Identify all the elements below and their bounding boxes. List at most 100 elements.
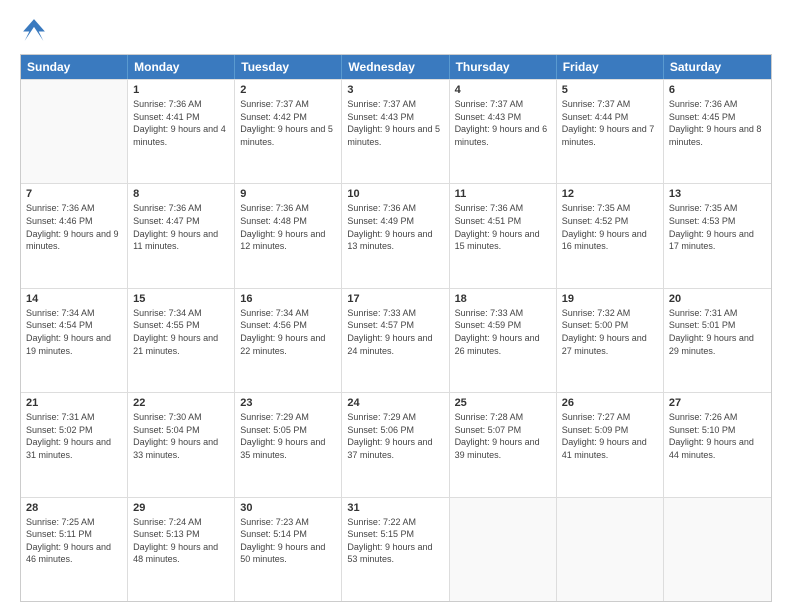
cell-info: Sunrise: 7:32 AMSunset: 5:00 PMDaylight:…	[562, 307, 658, 357]
day-number: 21	[26, 397, 122, 409]
day-number: 13	[669, 188, 766, 200]
day-number: 7	[26, 188, 122, 200]
day-number: 25	[455, 397, 551, 409]
weekday-header-wednesday: Wednesday	[342, 55, 449, 79]
cell-info: Sunrise: 7:36 AMSunset: 4:49 PMDaylight:…	[347, 202, 443, 252]
day-number: 28	[26, 502, 122, 514]
header	[20, 16, 772, 44]
calendar-cell: 11Sunrise: 7:36 AMSunset: 4:51 PMDayligh…	[450, 184, 557, 287]
calendar-cell: 2Sunrise: 7:37 AMSunset: 4:42 PMDaylight…	[235, 80, 342, 183]
cell-info: Sunrise: 7:37 AMSunset: 4:44 PMDaylight:…	[562, 98, 658, 148]
day-number: 1	[133, 84, 229, 96]
calendar-cell: 17Sunrise: 7:33 AMSunset: 4:57 PMDayligh…	[342, 289, 449, 392]
cell-info: Sunrise: 7:33 AMSunset: 4:59 PMDaylight:…	[455, 307, 551, 357]
day-number: 20	[669, 293, 766, 305]
cell-info: Sunrise: 7:24 AMSunset: 5:13 PMDaylight:…	[133, 516, 229, 566]
cell-info: Sunrise: 7:35 AMSunset: 4:52 PMDaylight:…	[562, 202, 658, 252]
day-number: 15	[133, 293, 229, 305]
calendar-cell: 4Sunrise: 7:37 AMSunset: 4:43 PMDaylight…	[450, 80, 557, 183]
day-number: 17	[347, 293, 443, 305]
calendar-row-2: 14 Sunrise: 7:34 AMSunset: 4:54 PMDayligh…	[21, 288, 771, 392]
calendar-cell: 27 Sunrise: 7:26 AMSunset: 5:10 PMDayligh…	[664, 393, 771, 496]
cell-info: Sunrise: 7:36 AMSunset: 4:45 PMDaylight:…	[669, 98, 766, 148]
cell-info: Sunrise: 7:37 AMSunset: 4:43 PMDaylight:…	[455, 98, 551, 148]
calendar-cell: 10Sunrise: 7:36 AMSunset: 4:49 PMDayligh…	[342, 184, 449, 287]
calendar-cell: 3 Sunrise: 7:37 AMSunset: 4:43 PMDaylight…	[342, 80, 449, 183]
cell-info: Sunrise: 7:36 AMSunset: 4:46 PMDaylight:…	[26, 202, 122, 252]
cell-info: Sunrise: 7:31 AMSunset: 5:01 PMDaylight:…	[669, 307, 766, 357]
calendar-row-1: 7 Sunrise: 7:36 AMSunset: 4:46 PMDaylight…	[21, 183, 771, 287]
cell-info: Sunrise: 7:35 AMSunset: 4:53 PMDaylight:…	[669, 202, 766, 252]
weekday-header-thursday: Thursday	[450, 55, 557, 79]
cell-info: Sunrise: 7:28 AMSunset: 5:07 PMDaylight:…	[455, 411, 551, 461]
day-number: 14	[26, 293, 122, 305]
cell-info: Sunrise: 7:27 AMSunset: 5:09 PMDaylight:…	[562, 411, 658, 461]
calendar-cell: 8 Sunrise: 7:36 AMSunset: 4:47 PMDaylight…	[128, 184, 235, 287]
day-number: 9	[240, 188, 336, 200]
calendar-cell: 14 Sunrise: 7:34 AMSunset: 4:54 PMDayligh…	[21, 289, 128, 392]
cell-info: Sunrise: 7:30 AMSunset: 5:04 PMDaylight:…	[133, 411, 229, 461]
day-number: 19	[562, 293, 658, 305]
calendar-cell: 12 Sunrise: 7:35 AMSunset: 4:52 PMDayligh…	[557, 184, 664, 287]
weekday-header-friday: Friday	[557, 55, 664, 79]
cell-info: Sunrise: 7:36 AMSunset: 4:41 PMDaylight:…	[133, 98, 229, 148]
cell-info: Sunrise: 7:23 AMSunset: 5:14 PMDaylight:…	[240, 516, 336, 566]
calendar-cell: 15 Sunrise: 7:34 AMSunset: 4:55 PMDayligh…	[128, 289, 235, 392]
logo-icon	[20, 16, 48, 44]
day-number: 12	[562, 188, 658, 200]
day-number: 18	[455, 293, 551, 305]
day-number: 31	[347, 502, 443, 514]
calendar-body: 1 Sunrise: 7:36 AMSunset: 4:41 PMDaylight…	[21, 79, 771, 601]
day-number: 5	[562, 84, 658, 96]
day-number: 24	[347, 397, 443, 409]
calendar-cell: 1 Sunrise: 7:36 AMSunset: 4:41 PMDaylight…	[128, 80, 235, 183]
calendar-cell: 13 Sunrise: 7:35 AMSunset: 4:53 PMDayligh…	[664, 184, 771, 287]
cell-info: Sunrise: 7:34 AMSunset: 4:54 PMDaylight:…	[26, 307, 122, 357]
calendar-cell: 26 Sunrise: 7:27 AMSunset: 5:09 PMDayligh…	[557, 393, 664, 496]
calendar: SundayMondayTuesdayWednesdayThursdayFrid…	[20, 54, 772, 602]
day-number: 23	[240, 397, 336, 409]
calendar-cell: 24 Sunrise: 7:29 AMSunset: 5:06 PMDayligh…	[342, 393, 449, 496]
calendar-cell	[557, 498, 664, 601]
calendar-cell	[664, 498, 771, 601]
cell-info: Sunrise: 7:34 AMSunset: 4:55 PMDaylight:…	[133, 307, 229, 357]
calendar-cell: 30 Sunrise: 7:23 AMSunset: 5:14 PMDayligh…	[235, 498, 342, 601]
calendar-cell: 6 Sunrise: 7:36 AMSunset: 4:45 PMDaylight…	[664, 80, 771, 183]
calendar-row-4: 28 Sunrise: 7:25 AMSunset: 5:11 PMDayligh…	[21, 497, 771, 601]
weekday-header-tuesday: Tuesday	[235, 55, 342, 79]
cell-info: Sunrise: 7:25 AMSunset: 5:11 PMDaylight:…	[26, 516, 122, 566]
calendar-cell: 18 Sunrise: 7:33 AMSunset: 4:59 PMDayligh…	[450, 289, 557, 392]
calendar-cell: 22 Sunrise: 7:30 AMSunset: 5:04 PMDayligh…	[128, 393, 235, 496]
weekday-header-saturday: Saturday	[664, 55, 771, 79]
calendar-row-0: 1 Sunrise: 7:36 AMSunset: 4:41 PMDaylight…	[21, 79, 771, 183]
day-number: 2	[240, 84, 336, 96]
cell-info: Sunrise: 7:22 AMSunset: 5:15 PMDaylight:…	[347, 516, 443, 566]
day-number: 8	[133, 188, 229, 200]
day-number: 30	[240, 502, 336, 514]
cell-info: Sunrise: 7:37 AMSunset: 4:43 PMDaylight:…	[347, 98, 443, 148]
day-number: 27	[669, 397, 766, 409]
calendar-cell: 19 Sunrise: 7:32 AMSunset: 5:00 PMDayligh…	[557, 289, 664, 392]
calendar-header: SundayMondayTuesdayWednesdayThursdayFrid…	[21, 55, 771, 79]
cell-info: Sunrise: 7:29 AMSunset: 5:05 PMDaylight:…	[240, 411, 336, 461]
calendar-cell: 21 Sunrise: 7:31 AMSunset: 5:02 PMDayligh…	[21, 393, 128, 496]
cell-info: Sunrise: 7:29 AMSunset: 5:06 PMDaylight:…	[347, 411, 443, 461]
day-number: 3	[347, 84, 443, 96]
day-number: 22	[133, 397, 229, 409]
cell-info: Sunrise: 7:26 AMSunset: 5:10 PMDaylight:…	[669, 411, 766, 461]
calendar-cell: 9Sunrise: 7:36 AMSunset: 4:48 PMDaylight…	[235, 184, 342, 287]
calendar-row-3: 21 Sunrise: 7:31 AMSunset: 5:02 PMDayligh…	[21, 392, 771, 496]
cell-info: Sunrise: 7:36 AMSunset: 4:47 PMDaylight:…	[133, 202, 229, 252]
calendar-cell: 31 Sunrise: 7:22 AMSunset: 5:15 PMDayligh…	[342, 498, 449, 601]
day-number: 29	[133, 502, 229, 514]
calendar-cell	[450, 498, 557, 601]
day-number: 11	[455, 188, 551, 200]
page: SundayMondayTuesdayWednesdayThursdayFrid…	[0, 0, 792, 612]
day-number: 6	[669, 84, 766, 96]
weekday-header-sunday: Sunday	[21, 55, 128, 79]
day-number: 26	[562, 397, 658, 409]
calendar-cell: 28 Sunrise: 7:25 AMSunset: 5:11 PMDayligh…	[21, 498, 128, 601]
cell-info: Sunrise: 7:31 AMSunset: 5:02 PMDaylight:…	[26, 411, 122, 461]
weekday-header-monday: Monday	[128, 55, 235, 79]
calendar-cell: 29 Sunrise: 7:24 AMSunset: 5:13 PMDayligh…	[128, 498, 235, 601]
